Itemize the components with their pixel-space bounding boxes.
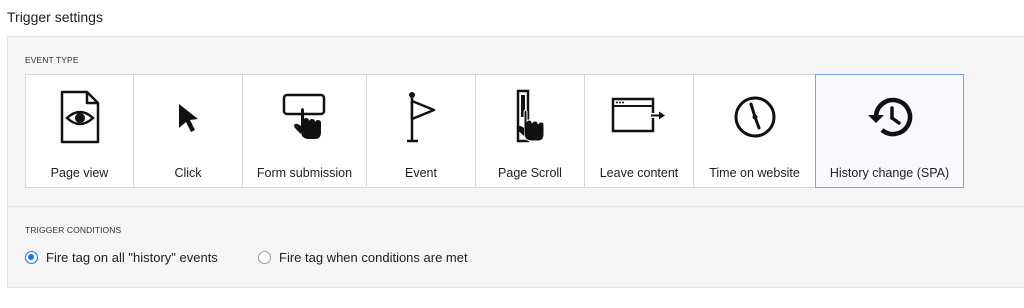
- radio-fire-on-all-history[interactable]: Fire tag on all "history" events: [25, 250, 218, 265]
- history-icon: [816, 89, 963, 145]
- event-type-label: EVENT TYPE: [25, 55, 79, 65]
- tile-label: Page Scroll: [498, 166, 562, 180]
- trigger-settings-panel: EVENT TYPE Page view Click Form submissi…: [7, 36, 1024, 288]
- radio-label: Fire tag on all "history" events: [46, 250, 218, 265]
- tile-label: Leave content: [599, 166, 679, 180]
- trigger-conditions-label: TRIGGER CONDITIONS: [25, 225, 122, 235]
- tile-label: Event: [405, 166, 437, 180]
- tile-label: History change (SPA): [829, 166, 950, 180]
- tile-label: Time on website: [709, 166, 800, 180]
- flag-icon: [367, 89, 475, 145]
- tile-time-on-website[interactable]: Time on website: [693, 74, 816, 188]
- tile-history-change[interactable]: History change (SPA): [815, 74, 964, 188]
- tile-click[interactable]: Click: [133, 74, 243, 188]
- page-view-icon: [26, 89, 133, 145]
- tile-leave-content[interactable]: Leave content: [584, 74, 694, 188]
- tile-form-submission[interactable]: Form submission: [242, 74, 367, 188]
- radio-label: Fire tag when conditions are met: [279, 250, 468, 265]
- radio-unchecked-icon: [258, 251, 271, 264]
- tile-label: Click: [174, 166, 202, 180]
- tile-event[interactable]: Event: [366, 74, 476, 188]
- leave-content-icon: [585, 89, 693, 145]
- tile-page-scroll[interactable]: Page Scroll: [475, 74, 585, 188]
- section-divider: [8, 206, 1024, 207]
- radio-fire-when-conditions-met[interactable]: Fire tag when conditions are met: [258, 250, 468, 265]
- page-scroll-icon: [476, 89, 584, 145]
- tile-label: Form submission: [256, 166, 353, 180]
- clock-icon: [694, 89, 815, 145]
- tile-label: Page view: [50, 166, 109, 180]
- radio-checked-icon: [25, 251, 38, 264]
- tile-page-view[interactable]: Page view: [25, 74, 134, 188]
- page-title: Trigger settings: [7, 9, 103, 25]
- form-submit-icon: [243, 89, 366, 145]
- cursor-arrow-icon: [134, 89, 242, 145]
